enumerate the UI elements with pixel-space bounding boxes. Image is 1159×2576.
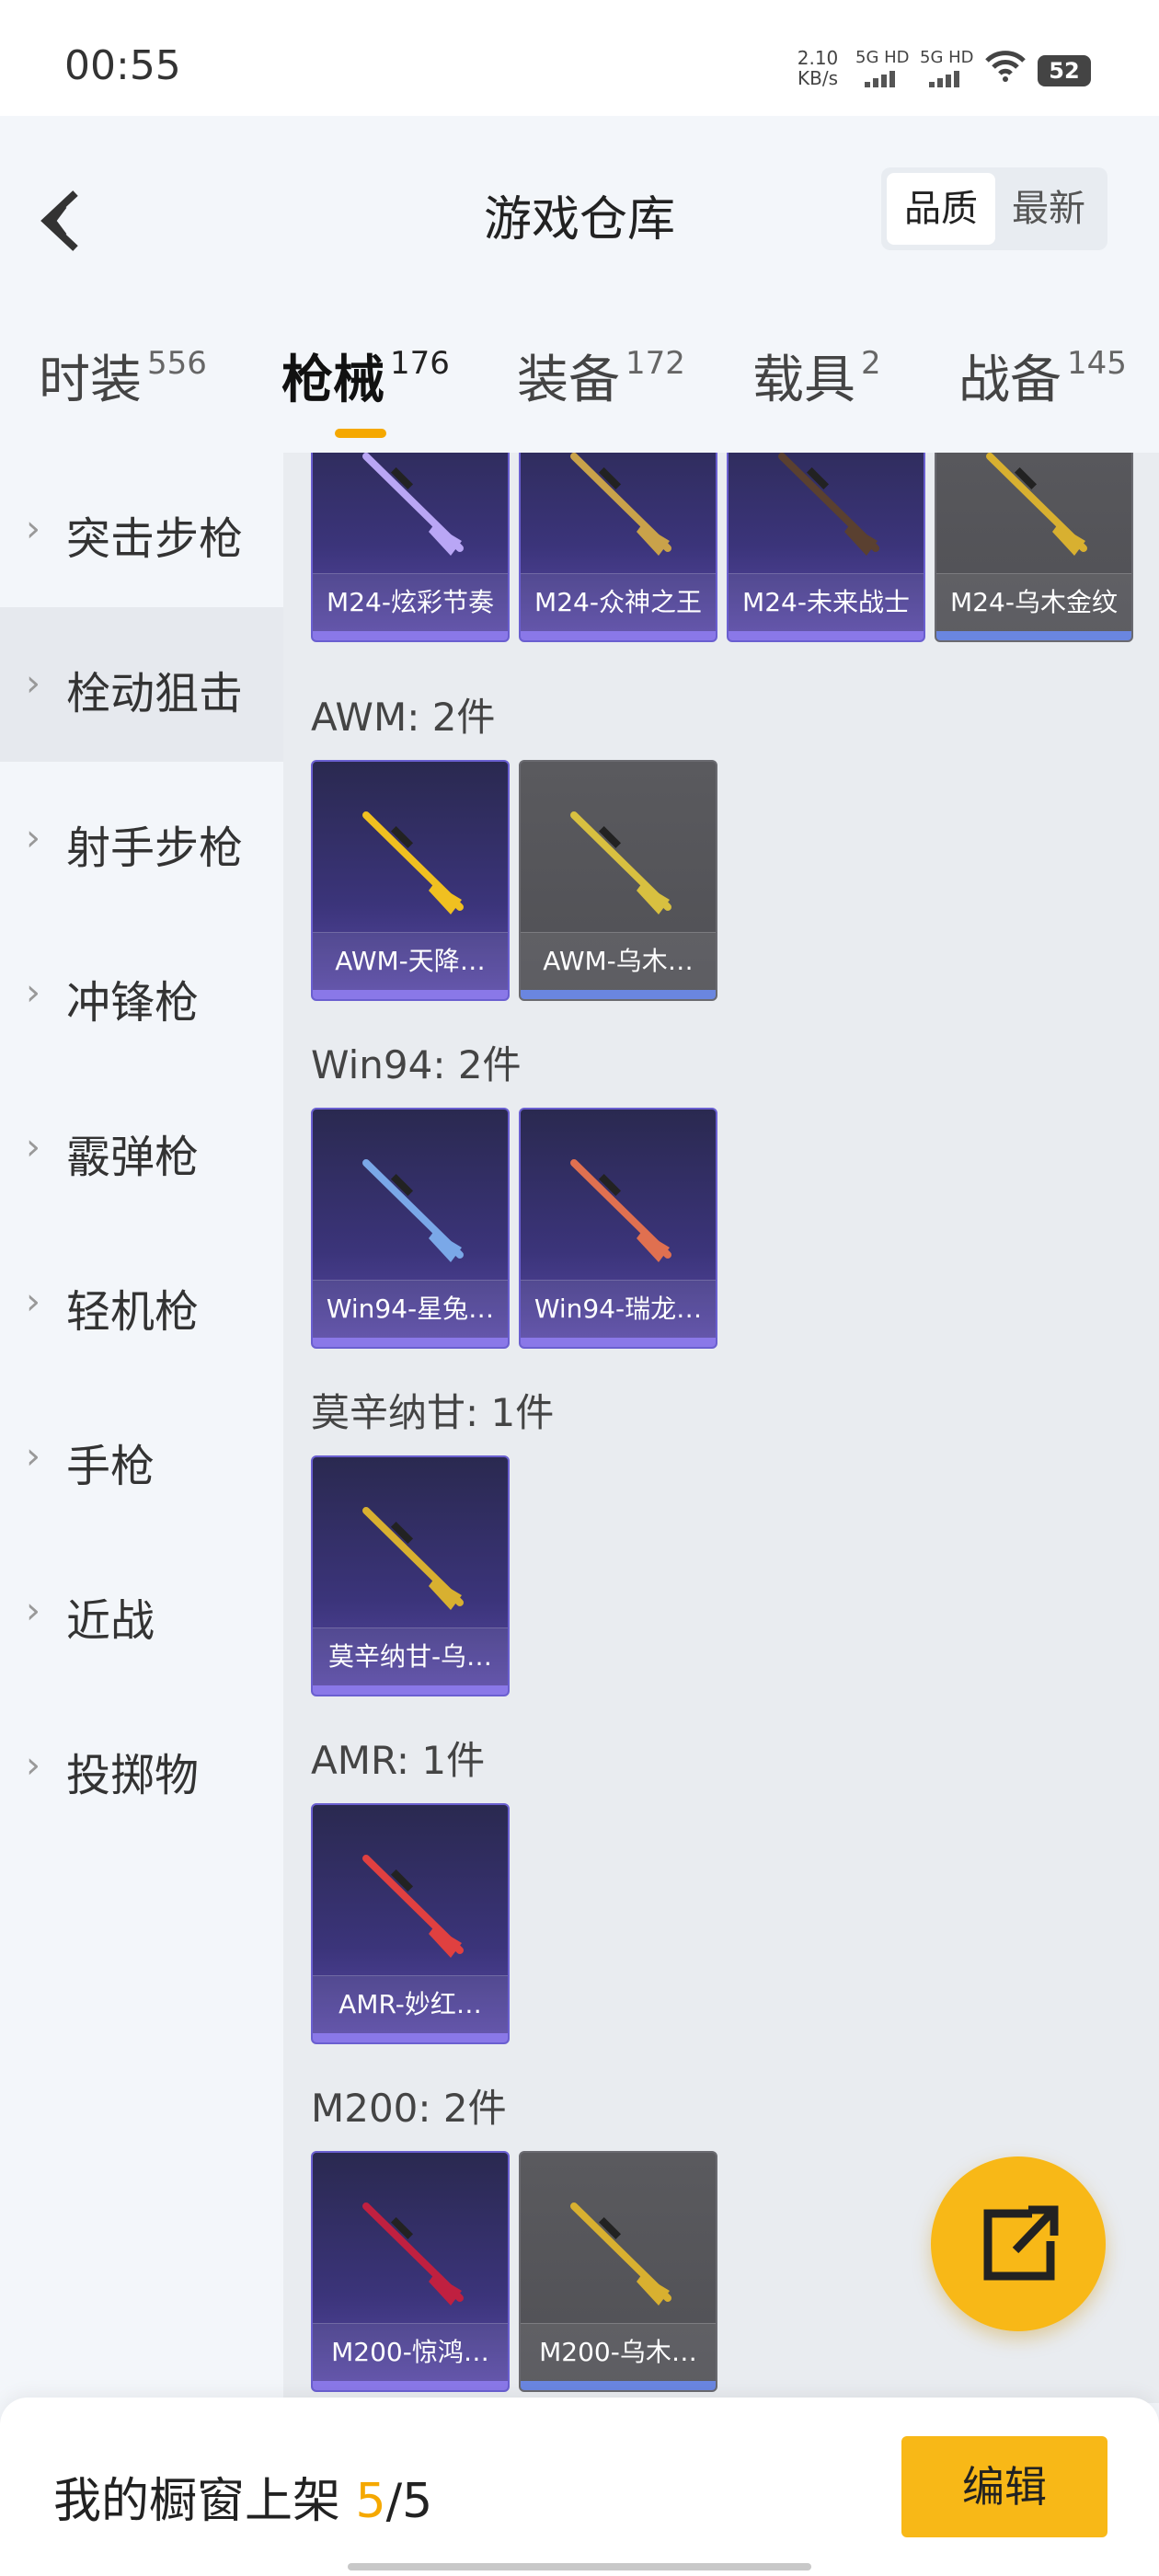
weapon-name: 莫辛纳甘-乌…: [313, 1627, 508, 1685]
rarity-bar: [521, 1338, 716, 1347]
weapon-name: Win94-星兔…: [313, 1280, 508, 1338]
showcase-bar: 我的橱窗上架 5/5 编辑: [0, 2398, 1159, 2576]
tab-active-indicator: [335, 429, 386, 438]
group-title: 莫辛纳甘: 1件: [311, 1390, 555, 1435]
share-icon: [983, 2205, 1059, 2281]
category-tabs: 时装 556 枪械 176 装备 172 载具 2 战备 145: [0, 287, 1159, 453]
weapon-card[interactable]: M24-众神之王: [519, 453, 717, 642]
rarity-bar: [313, 631, 508, 640]
rifle-icon: [986, 453, 1087, 556]
rifle-icon: [362, 2202, 464, 2306]
signal-1-icon: 5G HD: [855, 48, 911, 90]
sidebar-item-assault-rifle[interactable]: › 突击步枪: [0, 453, 283, 607]
status-bar: 00:55 2.10 KB/s 5G HD 5G HD 52: [0, 0, 1159, 116]
share-button[interactable]: [931, 2156, 1106, 2331]
weapon-name: Win94-瑞龙…: [521, 1280, 716, 1338]
sidebar-item-throwable[interactable]: › 投掷物: [0, 1689, 283, 1844]
chevron-right-icon: ›: [26, 508, 40, 550]
rarity-bar: [936, 631, 1131, 640]
weapon-card[interactable]: M200-惊鸿…: [311, 2151, 510, 2392]
chevron-right-icon: ›: [26, 1590, 40, 1632]
rarity-bar: [313, 990, 508, 999]
sidebar: › 突击步枪 › 栓动狙击 › 射手步枪 › 冲锋枪 › 霰弹枪 › 轻机枪 › 手枪 › 近战…: [0, 453, 283, 2392]
signal-2-icon: 5G HD: [920, 48, 975, 90]
tab-equipment[interactable]: 装备 172: [517, 339, 685, 413]
weapon-card[interactable]: AWM-乌木…: [519, 760, 717, 1001]
weapon-card[interactable]: M200-乌木…: [519, 2151, 717, 2392]
header: 游戏仓库 品质 最新: [0, 116, 1159, 287]
sidebar-item-bolt-sniper[interactable]: › 栓动狙击: [0, 607, 283, 762]
weapon-card[interactable]: M24-乌木金纹: [935, 453, 1133, 642]
rarity-bar: [729, 631, 924, 640]
rifle-icon: [778, 453, 879, 556]
weapon-name: AMR-妙红…: [313, 1975, 508, 2033]
group-title: AWM: 2件: [311, 695, 496, 740]
wifi-icon: [984, 50, 1027, 92]
weapon-name: M24-乌木金纹: [936, 573, 1131, 631]
weapon-name: M24-众神之王: [521, 573, 716, 631]
sort-toggle[interactable]: 品质 最新: [881, 167, 1107, 250]
sidebar-item-smg[interactable]: › 冲锋枪: [0, 916, 283, 1071]
battery-icon: 52: [1038, 55, 1091, 86]
rarity-bar: [521, 631, 716, 640]
rarity-bar: [313, 1338, 508, 1347]
weapon-grid: M24-炫彩节奏 M24-众神之王 M24-未来战士 M24-乌木金纹 AWM: 2件 A…: [283, 453, 1159, 2403]
chevron-right-icon: ›: [26, 1435, 40, 1478]
weapon-card[interactable]: 莫辛纳甘-乌…: [311, 1455, 510, 1696]
weapon-card[interactable]: M24-未来战士: [727, 453, 925, 642]
group-title: AMR: 1件: [311, 1738, 486, 1783]
tab-firearms[interactable]: 枪械 176: [281, 339, 450, 438]
weapon-card[interactable]: M24-炫彩节奏: [311, 453, 510, 642]
sidebar-item-pistol[interactable]: › 手枪: [0, 1380, 283, 1535]
weapon-card[interactable]: AWM-天降…: [311, 760, 510, 1001]
weapon-name: M200-惊鸿…: [313, 2323, 508, 2381]
weapon-name: AWM-乌木…: [521, 932, 716, 990]
chevron-right-icon: ›: [26, 972, 40, 1014]
rarity-bar: [313, 1685, 508, 1695]
group-title: Win94: 2件: [311, 1042, 522, 1087]
edit-button[interactable]: 编辑: [901, 2436, 1107, 2537]
chevron-right-icon: ›: [26, 662, 40, 705]
net-speed: 2.10 KB/s: [797, 47, 839, 89]
showcase-status: 我的橱窗上架 5/5: [53, 2474, 433, 2529]
rarity-bar: [521, 2381, 716, 2390]
weapon-name: M24-未来战士: [729, 573, 924, 631]
rifle-icon: [362, 1855, 464, 1958]
group-title: M200: 2件: [311, 2086, 507, 2131]
rarity-bar: [313, 2033, 508, 2042]
chevron-right-icon: ›: [26, 1281, 40, 1323]
sidebar-item-marksman-rifle[interactable]: › 射手步枪: [0, 762, 283, 916]
sidebar-item-shotgun[interactable]: › 霰弹枪: [0, 1071, 283, 1225]
chevron-right-icon: ›: [26, 817, 40, 859]
tab-fashion[interactable]: 时装 556: [39, 339, 207, 413]
rarity-bar: [313, 2381, 508, 2390]
sort-newest-button[interactable]: 最新: [997, 173, 1100, 245]
rifle-icon: [362, 1159, 464, 1262]
weapon-name: M200-乌木…: [521, 2323, 716, 2381]
rifle-icon: [362, 453, 464, 556]
sort-quality-button[interactable]: 品质: [887, 173, 995, 245]
rifle-icon: [570, 1159, 671, 1262]
weapon-card[interactable]: Win94-星兔…: [311, 1108, 510, 1349]
rifle-icon: [570, 453, 671, 556]
sidebar-item-lmg[interactable]: › 轻机枪: [0, 1225, 283, 1380]
rarity-bar: [521, 990, 716, 999]
chevron-right-icon: ›: [26, 1744, 40, 1787]
home-indicator[interactable]: [348, 2563, 811, 2570]
tab-vehicles[interactable]: 载具 2: [752, 339, 881, 413]
rifle-icon: [570, 811, 671, 914]
weapon-name: AWM-天降…: [313, 932, 508, 990]
rifle-icon: [362, 1507, 464, 1610]
tab-supplies[interactable]: 战备 145: [958, 339, 1127, 413]
sidebar-item-melee[interactable]: › 近战: [0, 1535, 283, 1689]
weapon-name: M24-炫彩节奏: [313, 573, 508, 631]
rifle-icon: [362, 811, 464, 914]
status-time: 00:55: [64, 42, 181, 89]
weapon-card[interactable]: Win94-瑞龙…: [519, 1108, 717, 1349]
chevron-right-icon: ›: [26, 1126, 40, 1168]
weapon-card[interactable]: AMR-妙红…: [311, 1803, 510, 2044]
rifle-icon: [570, 2202, 671, 2306]
